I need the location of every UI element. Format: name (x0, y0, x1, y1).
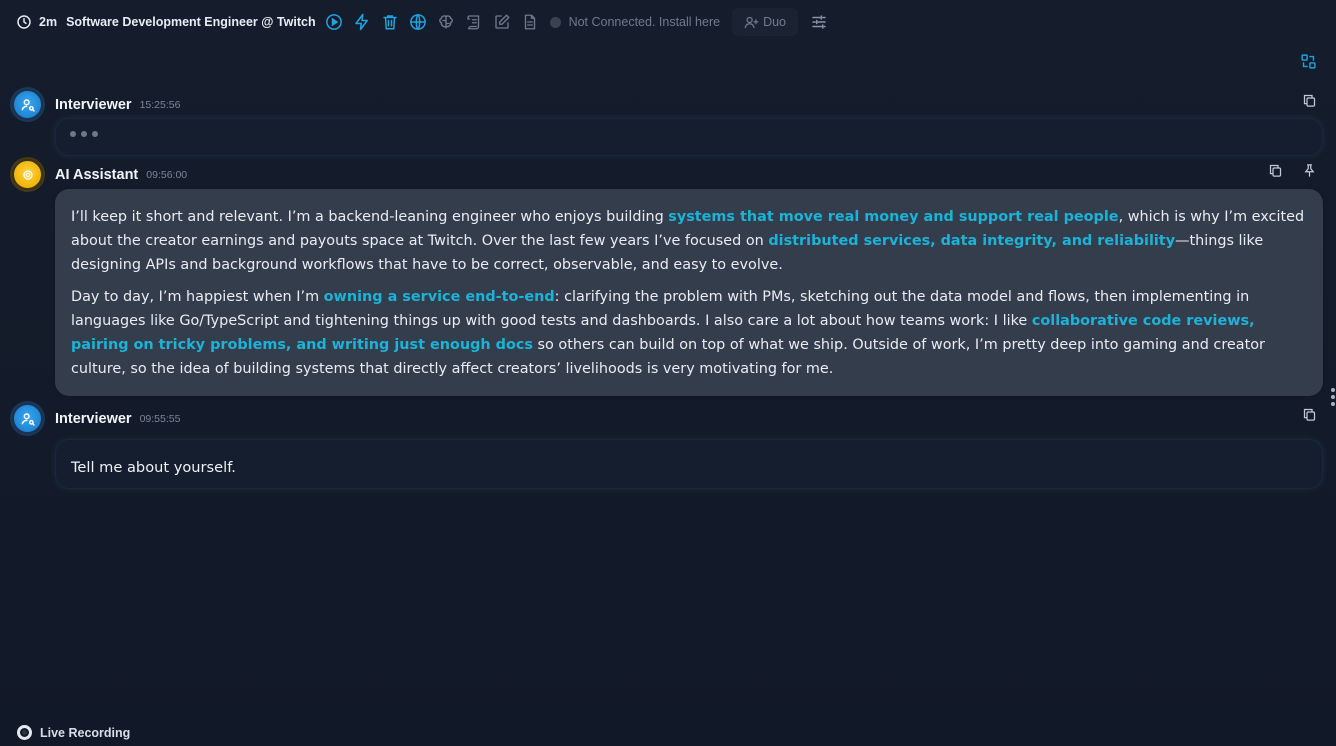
record-icon (17, 725, 32, 740)
message-header-interviewer: Interviewer 09:55:55 (12, 403, 180, 434)
resize-handle[interactable] (1331, 388, 1335, 406)
interviewer-icon (21, 412, 35, 426)
lightning-icon[interactable] (352, 12, 372, 32)
ai-response-bubble: I’ll keep it short and relevant. I’m a b… (55, 189, 1323, 396)
brain-icon[interactable] (436, 12, 456, 32)
sender-name: Interviewer (55, 410, 132, 427)
session-title: Software Development Engineer @ Twitch (66, 15, 316, 29)
avatar (12, 159, 43, 190)
copy-icon[interactable] (1302, 407, 1317, 422)
avatar (12, 403, 43, 434)
message-header-interviewer: Interviewer 15:25:56 (12, 89, 180, 120)
add-user-icon (744, 16, 759, 28)
avatar (12, 89, 43, 120)
sender-name: AI Assistant (55, 166, 139, 183)
duo-label: Duo (763, 15, 786, 29)
response-paragraph: I’ll keep it short and relevant. I’m a b… (71, 205, 1307, 277)
elapsed-time: 2m (39, 15, 58, 29)
live-recording-label: Live Recording (40, 725, 131, 740)
interviewer-icon (21, 98, 35, 112)
play-circle-icon[interactable] (324, 12, 344, 32)
message-time: 15:25:56 (139, 98, 181, 111)
highlighted-phrase: distributed services, data integrity, an… (768, 233, 1176, 249)
message-time: 09:55:55 (139, 412, 181, 425)
ai-assistant-icon (22, 169, 33, 180)
edit-icon[interactable] (492, 12, 512, 32)
connection-status-link[interactable]: Not Connected. Install here (569, 15, 720, 29)
pin-icon[interactable] (1302, 163, 1317, 178)
response-paragraph: Day to day, I’m happiest when I’m owning… (71, 285, 1307, 381)
message-text: Tell me about yourself. (71, 459, 236, 476)
scroll-icon[interactable] (464, 12, 484, 32)
swap-layout-icon[interactable] (1300, 53, 1317, 70)
settings-sliders-icon[interactable] (810, 13, 828, 31)
message-bubble-typing (55, 118, 1323, 156)
top-toolbar: 2m Software Development Engineer @ Twitc… (0, 0, 1336, 44)
highlighted-phrase: systems that move real money and support… (668, 209, 1119, 225)
interviewer-message-bubble: Tell me about yourself. (55, 439, 1323, 489)
message-header-ai: AI Assistant 09:56:00 (12, 159, 187, 190)
document-icon[interactable] (520, 12, 540, 32)
globe-icon[interactable] (408, 12, 428, 32)
app-window: 2m Software Development Engineer @ Twitc… (0, 0, 1336, 746)
connection-status-dot (549, 16, 561, 28)
message-time: 09:56:00 (146, 168, 188, 181)
live-recording-indicator[interactable]: Live Recording (17, 725, 130, 740)
copy-icon[interactable] (1302, 93, 1317, 108)
typing-indicator (70, 131, 98, 137)
clock-icon (17, 15, 31, 29)
response-text: Day to day, I’m happiest when I’m (71, 289, 324, 305)
duo-button[interactable]: Duo (732, 8, 798, 36)
trash-icon[interactable] (380, 12, 400, 32)
copy-icon[interactable] (1268, 163, 1283, 178)
response-text: I’ll keep it short and relevant. I’m a b… (71, 209, 669, 225)
highlighted-phrase: owning a service end-to-end (323, 289, 555, 305)
sender-name: Interviewer (55, 96, 132, 113)
